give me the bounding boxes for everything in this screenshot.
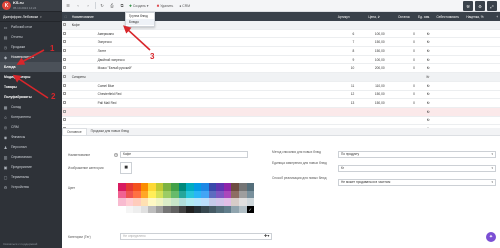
- arrow-2: [12, 74, 49, 99]
- annotation-1: 1: [50, 44, 55, 53]
- app-window: K KS.ru 05.10.2024 14:24 Джеффрис Лебовс…: [0, 0, 500, 248]
- annotation-3: 3: [150, 52, 155, 61]
- arrow-1: [16, 49, 45, 65]
- annotation-2: 2: [51, 92, 56, 101]
- chat-icon[interactable]: ✦: [486, 232, 496, 242]
- arrow-3: [123, 25, 151, 51]
- annotation-arrows: [12, 25, 151, 99]
